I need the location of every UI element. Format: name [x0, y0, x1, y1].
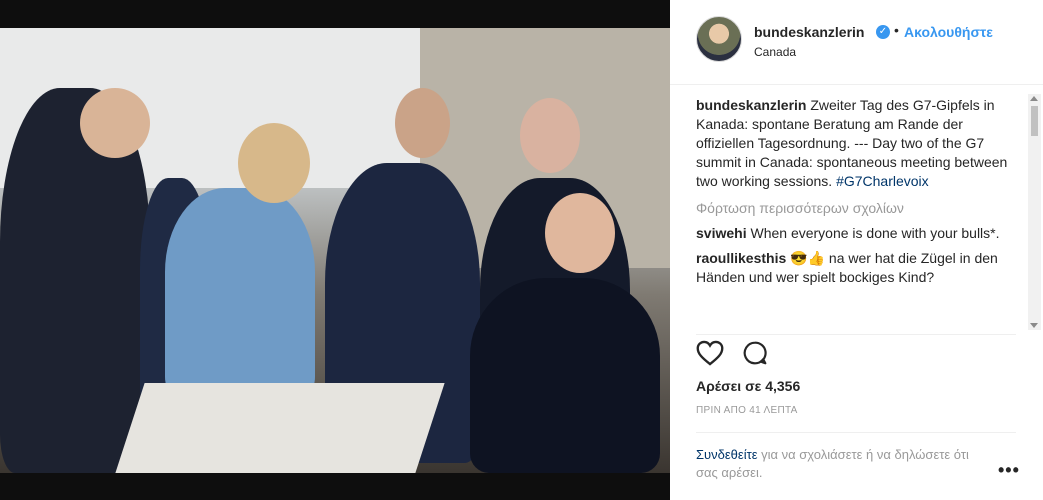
- load-more-comments[interactable]: Φόρτωση περισσότερων σχολίων: [696, 199, 1016, 218]
- comment-item: raoullikesthis 😎👍 na wer hat die Zügel i…: [696, 249, 1016, 287]
- avatar[interactable]: [696, 16, 742, 62]
- comment-text: When everyone is done with your bulls*.: [750, 225, 1000, 241]
- location-link[interactable]: Canada: [754, 45, 796, 59]
- scrollbar-thumb[interactable]: [1031, 106, 1038, 136]
- comment-item: sviwehi When everyone is done with your …: [696, 224, 1016, 243]
- separator-dot: •: [894, 22, 899, 38]
- action-bar: [696, 340, 768, 371]
- scroll-down-icon[interactable]: [1030, 323, 1038, 328]
- comments-list: bundeskanzlerin Zweiter Tag des G7-Gipfe…: [696, 96, 1016, 328]
- ellipsis-icon[interactable]: •••: [998, 460, 1020, 481]
- divider: [696, 334, 1016, 335]
- hashtag-link[interactable]: #G7Charlevoix: [836, 173, 929, 189]
- login-link[interactable]: Συνδεθείτε: [696, 447, 758, 462]
- login-prompt: Συνδεθείτε για να σχολιάσετε ή να δηλώσε…: [696, 446, 986, 482]
- divider: [696, 432, 1016, 433]
- photo-pane: [0, 0, 670, 500]
- comment-icon[interactable]: [742, 340, 768, 371]
- comment-username[interactable]: raoullikesthis: [696, 250, 786, 266]
- post-header: bundeskanzlerin ✓ • Ακολουθήστε Canada: [670, 0, 1043, 85]
- comments-scrollbar[interactable]: [1028, 94, 1041, 330]
- heart-icon[interactable]: [696, 340, 724, 371]
- verified-badge-icon: ✓: [876, 25, 890, 39]
- follow-button[interactable]: Ακολουθήστε: [904, 24, 993, 40]
- caption: bundeskanzlerin Zweiter Tag des G7-Gipfe…: [696, 96, 1016, 191]
- comment-username[interactable]: sviwehi: [696, 225, 747, 241]
- scroll-up-icon[interactable]: [1030, 96, 1038, 101]
- username-link[interactable]: bundeskanzlerin: [754, 24, 864, 40]
- post-timestamp: ΠΡΙΝ ΑΠΟ 41 ΛΕΠΤΑ: [696, 405, 798, 416]
- post-sidebar: bundeskanzlerin ✓ • Ακολουθήστε Canada b…: [670, 0, 1043, 500]
- caption-username[interactable]: bundeskanzlerin: [696, 97, 806, 113]
- post-photo[interactable]: [0, 28, 670, 473]
- likes-count[interactable]: Αρέσει σε 4,356: [696, 378, 800, 394]
